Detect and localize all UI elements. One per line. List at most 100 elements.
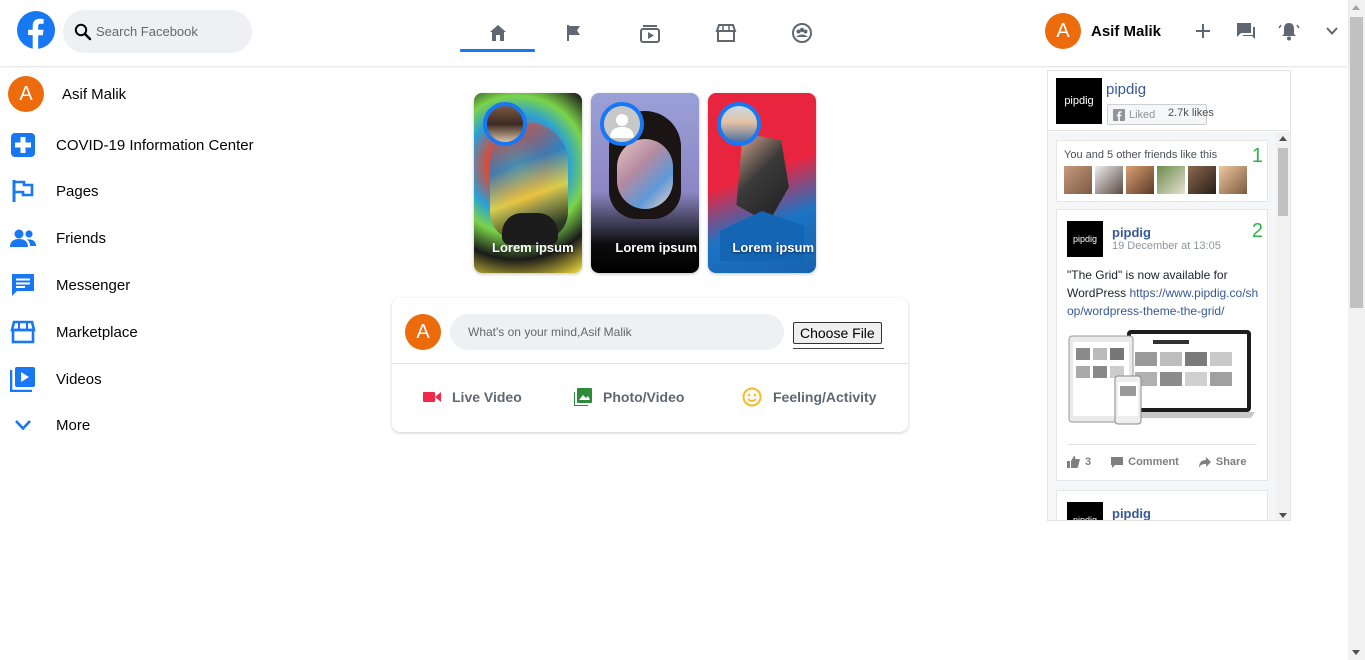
badge-number: 1 — [1251, 145, 1263, 167]
search-box[interactable] — [63, 10, 252, 53]
photo-video-button[interactable]: Photo/Video — [574, 386, 684, 408]
sidebar-item-videos[interactable]: Videos — [8, 359, 102, 399]
post-author-logo[interactable]: pipdig — [1067, 221, 1103, 257]
tab-watch[interactable] — [612, 0, 687, 66]
tab-pages[interactable] — [536, 0, 611, 66]
friend-avatar[interactable] — [1095, 166, 1123, 194]
main-nav — [460, 0, 840, 66]
notifications-icon — [1278, 23, 1300, 41]
liked-label: Liked — [1129, 108, 1156, 121]
sidebar-item-covid[interactable]: COVID-19 Information Center — [8, 125, 254, 165]
avatar: A — [8, 76, 44, 112]
sidebar-item-friends[interactable]: Friends — [8, 218, 106, 258]
page-scrollbar[interactable] — [1348, 0, 1365, 660]
thumbs-up-icon — [1067, 456, 1080, 468]
facebook-logo-icon[interactable] — [17, 11, 55, 49]
messenger-icon — [8, 270, 38, 300]
video-icon — [8, 364, 38, 394]
comment-button[interactable]: Comment — [1111, 456, 1179, 468]
choose-file-button[interactable]: Choose File — [793, 322, 882, 344]
story-card[interactable]: Lorem ipsum — [591, 93, 699, 273]
covid-plus-icon — [8, 130, 38, 160]
sidebar-item-marketplace[interactable]: Marketplace — [8, 312, 138, 352]
tab-marketplace[interactable] — [688, 0, 763, 66]
sidebar-item-label: Messenger — [56, 276, 131, 294]
groups-icon — [791, 23, 812, 43]
scroll-down-icon[interactable] — [1352, 650, 1360, 655]
share-label: Share — [1215, 456, 1247, 468]
sidebar-item-label: Friends — [56, 229, 107, 247]
post-author[interactable]: pipdig — [1112, 225, 1151, 240]
messenger-button[interactable] — [1231, 13, 1261, 49]
live-video-button[interactable]: Live Video — [423, 386, 522, 408]
widget-scrollbar[interactable] — [1276, 132, 1290, 520]
notifications-button[interactable] — [1274, 13, 1304, 49]
marketplace-icon — [8, 317, 38, 347]
watch-icon — [639, 25, 660, 43]
page-logo[interactable]: pipdig — [1056, 78, 1102, 124]
stories-row: Lorem ipsum Lorem ipsum Lorem ipsum — [474, 93, 825, 273]
likes-count: 2.7k likes — [1168, 107, 1214, 119]
post-actions: 3 Comment Share — [1067, 456, 1266, 468]
marketplace-icon — [715, 24, 736, 42]
scrollbar-thumb[interactable] — [1278, 148, 1288, 216]
friend-avatar[interactable] — [1188, 166, 1216, 194]
friend-avatar[interactable] — [1219, 166, 1247, 194]
friends-like-text: You and 5 other friends like this — [1064, 149, 1218, 161]
story-card[interactable]: Lorem ipsum — [708, 93, 816, 273]
feeling-activity-button[interactable]: Feeling/Activity — [742, 386, 876, 408]
post-card: pipdig pipdig — [1056, 490, 1268, 520]
post-author[interactable]: pipdig — [1112, 506, 1151, 520]
photo-icon — [574, 388, 592, 406]
friend-avatar[interactable] — [1064, 166, 1092, 194]
scroll-up-icon[interactable] — [1352, 5, 1360, 10]
widget-feed: You and 5 other friends like this 1 pipd… — [1048, 132, 1276, 520]
flag-icon — [8, 176, 38, 206]
friend-avatars — [1064, 166, 1250, 194]
story-card[interactable]: Lorem ipsum — [474, 93, 582, 273]
tab-groups[interactable] — [764, 0, 839, 66]
sidebar-profile[interactable]: A Asif Malik — [8, 74, 126, 114]
facebook-small-icon — [1113, 108, 1125, 121]
scroll-down-icon[interactable] — [1279, 513, 1287, 518]
live-video-label: Live Video — [452, 389, 522, 405]
plus-icon — [1196, 24, 1211, 38]
feeling-icon — [742, 387, 762, 407]
top-header: A Asif Malik — [0, 0, 1348, 66]
create-button[interactable] — [1188, 13, 1218, 49]
sidebar-item-pages[interactable]: Pages — [8, 171, 99, 211]
search-input[interactable] — [96, 24, 246, 39]
like-button[interactable]: 3 — [1067, 456, 1091, 468]
friends-icon — [8, 223, 38, 253]
post-author-logo[interactable]: pipdig — [1067, 502, 1103, 520]
story-image-detail — [617, 139, 673, 209]
sidebar-item-more[interactable]: More — [8, 405, 90, 445]
share-button[interactable]: Share — [1198, 456, 1247, 468]
sidebar-item-label: Pages — [56, 182, 99, 200]
widget-header: pipdig pipdig Liked 2.7k likes — [1048, 71, 1290, 131]
post-date[interactable]: 19 December at 13:05 — [1112, 240, 1221, 252]
post-text: "The Grid" is now available for WordPres… — [1067, 266, 1262, 320]
post-image[interactable] — [1067, 328, 1259, 428]
story-label: Lorem ipsum — [492, 240, 574, 255]
sidebar-profile-name: Asif Malik — [62, 85, 127, 103]
flag-icon — [566, 25, 580, 41]
sidebar-item-messenger[interactable]: Messenger — [8, 265, 130, 305]
whats-on-your-mind-input[interactable] — [450, 314, 784, 350]
friend-avatar[interactable] — [1157, 166, 1185, 194]
scrollbar-thumb[interactable] — [1350, 17, 1363, 308]
divider — [1067, 444, 1257, 445]
header-account: A Asif Malik — [1045, 13, 1347, 49]
scroll-up-icon[interactable] — [1279, 136, 1287, 141]
home-icon — [489, 25, 506, 41]
story-avatar — [717, 102, 761, 146]
header-user-name[interactable]: Asif Malik — [1091, 23, 1161, 40]
comment-label: Comment — [1128, 456, 1179, 468]
page-title[interactable]: pipdig — [1106, 81, 1146, 98]
account-menu-button[interactable] — [1317, 13, 1347, 49]
story-label: Lorem ipsum — [615, 240, 697, 255]
tab-home[interactable] — [460, 0, 535, 66]
friend-avatar[interactable] — [1126, 166, 1154, 194]
avatar[interactable]: A — [1045, 13, 1081, 49]
avatar[interactable]: A — [405, 314, 441, 350]
